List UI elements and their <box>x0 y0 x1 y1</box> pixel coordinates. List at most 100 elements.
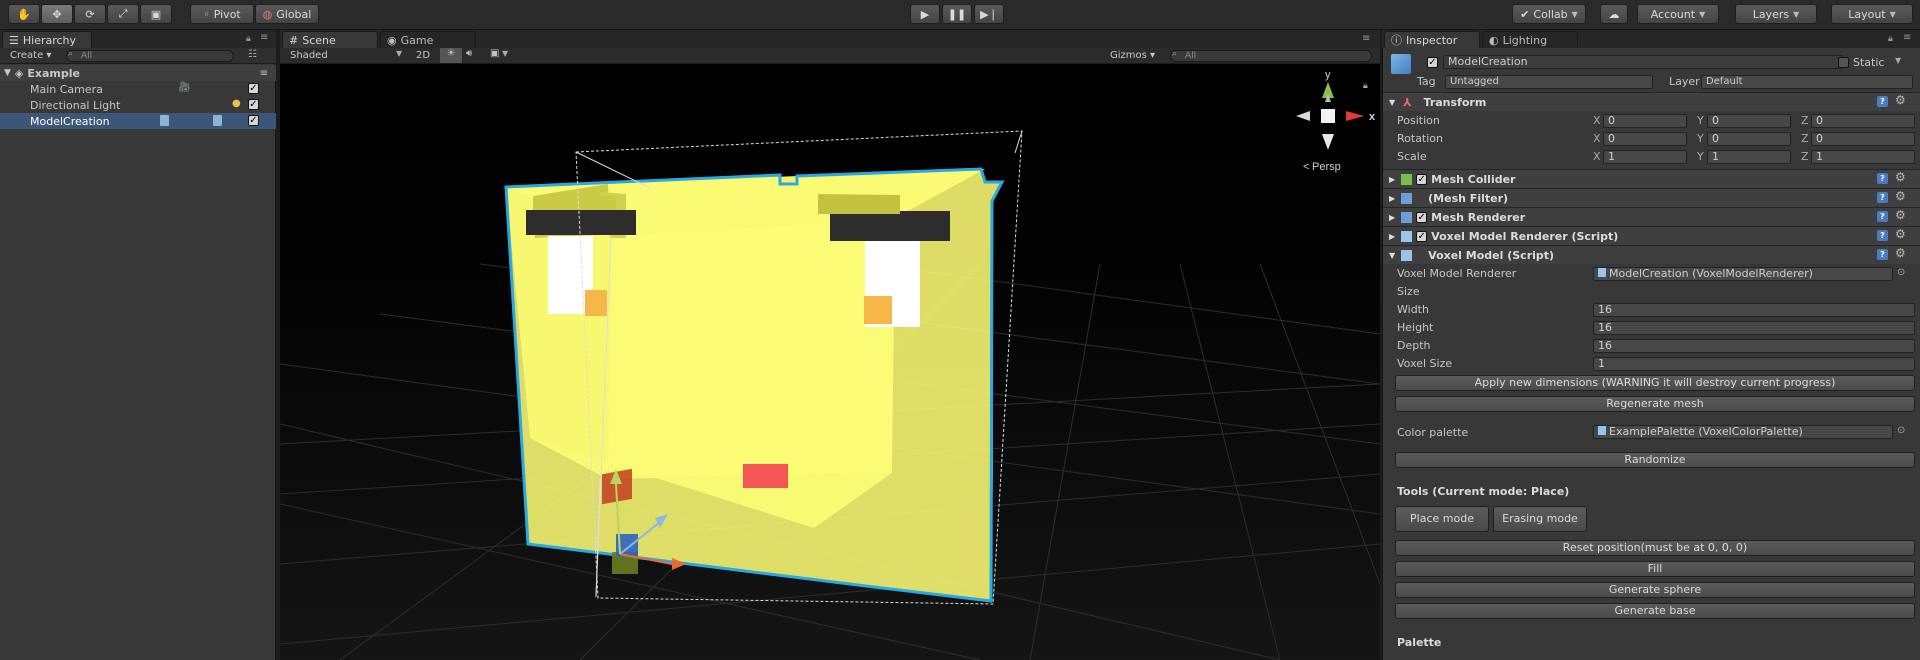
chevron-down-icon[interactable]: ▼ <box>1895 56 1901 65</box>
regenerate-mesh-button[interactable]: Regenerate mesh <box>1395 396 1915 412</box>
rotate-tool-button[interactable]: ⟳ <box>74 4 106 24</box>
hierarchy-item-directional-light[interactable]: Directional Light ● ✓ <box>0 97 276 113</box>
lock-icon[interactable]: 🔒︎ <box>1363 81 1368 91</box>
voxel-renderer-field[interactable]: ModelCreation (VoxelModelRenderer) <box>1593 267 1893 281</box>
scene-menu-icon[interactable]: ≡ <box>260 68 268 79</box>
component-enabled-checkbox[interactable]: ✓ <box>1416 173 1428 185</box>
play-button[interactable]: ▶ <box>910 4 940 24</box>
reset-position-button[interactable]: Reset position(must be at 0, 0, 0) <box>1395 540 1915 556</box>
help-icon[interactable]: ? <box>1877 173 1888 184</box>
generate-sphere-button[interactable]: Generate sphere <box>1395 582 1915 598</box>
width-field[interactable]: 16 <box>1593 303 1915 317</box>
height-field[interactable]: 16 <box>1593 321 1915 335</box>
expand-arrow-icon[interactable]: ▶ <box>1389 194 1395 203</box>
pivot-toggle[interactable]: ◦ Pivot <box>190 4 254 24</box>
expand-arrow-icon[interactable]: ▼ <box>4 68 11 78</box>
mesh-filter-header[interactable]: ▶ (Mesh Filter) <box>1383 188 1920 207</box>
scale-tool-button[interactable]: ⤢ <box>107 4 139 24</box>
hierarchy-search-input[interactable]: All <box>66 50 234 62</box>
tag-dropdown[interactable]: Untagged <box>1445 75 1653 89</box>
help-icon[interactable]: ? <box>1877 211 1888 222</box>
scene-view[interactable]: Shaded ▼ 2D ☀ 🔊︎ ▣ ▼ Gizmos ▾ All ⌕ y x … <box>280 48 1380 660</box>
depth-field[interactable]: 16 <box>1593 339 1915 353</box>
active-checkbox[interactable]: ✓ <box>248 115 259 126</box>
voxel-size-field[interactable]: 1 <box>1593 357 1915 371</box>
help-icon[interactable]: ? <box>1877 230 1888 241</box>
transform-header[interactable]: ▼ ⅄ Transform <box>1383 92 1920 111</box>
hierarchy-filter-icon[interactable]: ☷ <box>248 49 257 60</box>
scale-x-field[interactable]: 1 <box>1603 150 1687 164</box>
gear-icon[interactable]: ⚙ <box>1895 246 1906 260</box>
panel-menu-icon[interactable]: ≡ <box>260 32 268 43</box>
tab-scene[interactable]: # Scene <box>282 31 378 48</box>
gear-icon[interactable]: ⚙ <box>1895 189 1906 203</box>
position-y-field[interactable]: 0 <box>1707 114 1791 128</box>
panel-menu-icon[interactable]: ≡ <box>1903 32 1911 43</box>
object-picker-icon[interactable]: ⊙ <box>1897 425 1905 436</box>
audio-toggle-icon[interactable]: 🔊︎ <box>466 48 472 59</box>
position-x-field[interactable]: 0 <box>1603 114 1687 128</box>
hierarchy-item-main-camera[interactable]: Main Camera 🎥︎ ✓ <box>0 81 276 97</box>
expand-arrow-icon[interactable]: ▶ <box>1389 232 1395 241</box>
rect-tool-button[interactable]: ▣ <box>140 4 172 24</box>
static-checkbox[interactable] <box>1838 57 1849 68</box>
expand-arrow-icon[interactable]: ▶ <box>1389 175 1395 184</box>
lighting-toggle-icon[interactable]: ☀ <box>440 48 462 63</box>
gear-icon[interactable]: ⚙ <box>1895 208 1906 222</box>
rotation-y-field[interactable]: 0 <box>1707 132 1791 146</box>
fill-button[interactable]: Fill <box>1395 561 1915 577</box>
help-icon[interactable]: ? <box>1877 249 1888 260</box>
mesh-collider-header[interactable]: ▶ ✓ Mesh Collider <box>1383 169 1920 188</box>
rotation-z-field[interactable]: 0 <box>1811 132 1915 146</box>
tab-lighting[interactable]: ◐ Lighting <box>1482 31 1578 48</box>
lock-icon[interactable]: 🔒︎ <box>246 34 251 44</box>
move-tool-button[interactable]: ✥ <box>41 4 73 24</box>
layer-dropdown[interactable]: Default <box>1701 75 1913 89</box>
collab-dropdown[interactable]: ✔ Collab ▼ <box>1512 4 1586 24</box>
layers-dropdown[interactable]: Layers ▼ <box>1735 4 1817 24</box>
hierarchy-item-model-creation[interactable]: ModelCreation ✓ <box>0 113 276 129</box>
hand-tool-button[interactable]: ✋ <box>8 4 40 24</box>
rotation-x-field[interactable]: 0 <box>1603 132 1687 146</box>
gear-icon[interactable]: ⚙ <box>1895 227 1906 241</box>
shading-dropdown[interactable]: Shaded <box>290 50 328 61</box>
global-toggle[interactable]: ◍ Global <box>255 4 319 24</box>
position-z-field[interactable]: 0 <box>1811 114 1915 128</box>
place-mode-button[interactable]: Place mode <box>1395 506 1489 532</box>
cloud-button[interactable]: ☁ <box>1600 4 1628 24</box>
object-name-field[interactable]: ModelCreation <box>1443 55 1843 69</box>
step-button[interactable]: ▶❘ <box>974 4 1004 24</box>
gear-icon[interactable]: ⚙ <box>1895 170 1906 184</box>
effects-toggle-icon[interactable]: ▣ <box>490 48 499 59</box>
voxel-model-renderer-header[interactable]: ▶ ✓ Voxel Model Renderer (Script) <box>1383 226 1920 245</box>
lock-icon[interactable]: 🔒︎ <box>1888 34 1893 44</box>
expand-arrow-icon[interactable]: ▼ <box>1389 251 1395 260</box>
persp-label[interactable]: Persp <box>1312 161 1341 173</box>
scene-search-input[interactable]: All <box>1170 50 1372 62</box>
pause-button[interactable]: ❚❚ <box>942 4 972 24</box>
gizmos-dropdown[interactable]: Gizmos ▾ <box>1110 50 1155 61</box>
component-enabled-checkbox[interactable]: ✓ <box>1416 211 1428 223</box>
expand-arrow-icon[interactable]: ▶ <box>1389 213 1395 222</box>
voxel-cube[interactable] <box>504 130 1023 605</box>
panel-menu-icon[interactable]: ≡ <box>1362 33 1370 44</box>
create-dropdown[interactable]: Create ▾ <box>10 50 51 61</box>
component-enabled-checkbox[interactable]: ✓ <box>1416 230 1428 242</box>
tab-inspector[interactable]: ⓘ Inspector <box>1384 31 1480 48</box>
active-checkbox[interactable]: ✓ <box>1427 57 1438 68</box>
randomize-button[interactable]: Randomize <box>1395 452 1915 468</box>
generate-base-button[interactable]: Generate base <box>1395 603 1915 619</box>
active-checkbox[interactable]: ✓ <box>248 99 259 110</box>
voxel-model-header[interactable]: ▼ Voxel Model (Script) <box>1383 245 1920 264</box>
object-picker-icon[interactable]: ⊙ <box>1897 267 1905 278</box>
scale-z-field[interactable]: 1 <box>1811 150 1915 164</box>
scene-canvas[interactable]: y x 🔒︎ < Persp <box>280 64 1380 660</box>
active-checkbox[interactable]: ✓ <box>248 83 259 94</box>
tab-hierarchy[interactable]: ☰ Hierarchy <box>2 31 92 48</box>
2d-toggle[interactable]: 2D <box>416 50 430 61</box>
scale-y-field[interactable]: 1 <box>1707 150 1791 164</box>
color-palette-field[interactable]: ExamplePalette (VoxelColorPalette) <box>1593 425 1893 439</box>
mesh-renderer-header[interactable]: ▶ ✓ Mesh Renderer <box>1383 207 1920 226</box>
account-dropdown[interactable]: Account ▼ <box>1637 4 1719 24</box>
tab-game[interactable]: ◉ Game <box>380 31 476 48</box>
